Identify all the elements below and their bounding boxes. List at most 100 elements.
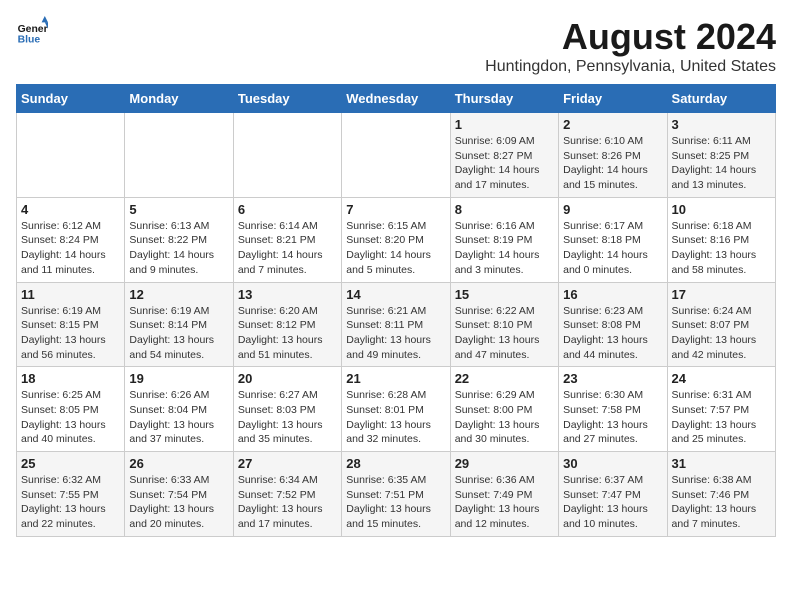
weekday-header-wednesday: Wednesday bbox=[342, 85, 450, 113]
svg-text:Blue: Blue bbox=[18, 34, 41, 45]
calendar-week-3: 18 Sunrise: 6:25 AM Sunset: 8:05 PM Dayli… bbox=[17, 367, 776, 452]
day-number: 5 bbox=[129, 202, 228, 217]
day-number: 26 bbox=[129, 456, 228, 471]
day-number: 8 bbox=[455, 202, 554, 217]
main-title: August 2024 bbox=[485, 16, 776, 58]
calendar-cell: 26Sunrise: 6:33 AM Sunset: 7:54 PM Dayli… bbox=[125, 452, 233, 537]
calendar-body: 1Sunrise: 6:09 AM Sunset: 8:27 PM Daylig… bbox=[17, 113, 776, 537]
day-number: 27 bbox=[238, 456, 337, 471]
calendar-cell: 11 Sunrise: 6:19 AM Sunset: 8:15 PM Dayli… bbox=[17, 282, 125, 367]
day-number: 25 bbox=[21, 456, 120, 471]
day-info: Sunrise: 6:19 AM Sunset: 8:15 PM Dayligh… bbox=[21, 304, 120, 363]
day-info: Sunrise: 6:36 AM Sunset: 7:49 PM Dayligh… bbox=[455, 473, 554, 532]
day-info: Sunrise: 6:16 AM Sunset: 8:19 PM Dayligh… bbox=[455, 219, 554, 278]
calendar-cell: 4Sunrise: 6:12 AM Sunset: 8:24 PM Daylig… bbox=[17, 197, 125, 282]
calendar-cell: 17 Sunrise: 6:24 AM Sunset: 8:07 PM Dayli… bbox=[667, 282, 775, 367]
day-info: Sunrise: 6:22 AM Sunset: 8:10 PM Dayligh… bbox=[455, 304, 554, 363]
day-info: Sunrise: 6:34 AM Sunset: 7:52 PM Dayligh… bbox=[238, 473, 337, 532]
day-number: 7 bbox=[346, 202, 445, 217]
day-info: Sunrise: 6:18 AM Sunset: 8:16 PM Dayligh… bbox=[672, 219, 771, 278]
day-info: Sunrise: 6:23 AM Sunset: 8:08 PM Dayligh… bbox=[563, 304, 662, 363]
day-info: Sunrise: 6:17 AM Sunset: 8:18 PM Dayligh… bbox=[563, 219, 662, 278]
day-number: 1 bbox=[455, 117, 554, 132]
day-number: 11 bbox=[21, 287, 120, 302]
day-number: 31 bbox=[672, 456, 771, 471]
calendar-cell: 14 Sunrise: 6:21 AM Sunset: 8:11 PM Dayli… bbox=[342, 282, 450, 367]
day-info: Sunrise: 6:26 AM Sunset: 8:04 PM Dayligh… bbox=[129, 388, 228, 447]
day-info: Sunrise: 6:10 AM Sunset: 8:26 PM Dayligh… bbox=[563, 134, 662, 193]
day-number: 15 bbox=[455, 287, 554, 302]
calendar-table: SundayMondayTuesdayWednesdayThursdayFrid… bbox=[16, 84, 776, 537]
calendar-cell: 1Sunrise: 6:09 AM Sunset: 8:27 PM Daylig… bbox=[450, 113, 558, 198]
day-info: Sunrise: 6:37 AM Sunset: 7:47 PM Dayligh… bbox=[563, 473, 662, 532]
calendar-cell: 7Sunrise: 6:15 AM Sunset: 8:20 PM Daylig… bbox=[342, 197, 450, 282]
calendar-week-4: 25 Sunrise: 6:32 AM Sunset: 7:55 PM Dayli… bbox=[17, 452, 776, 537]
logo-icon: General Blue bbox=[16, 16, 48, 48]
calendar-cell: 30 Sunrise: 6:37 AM Sunset: 7:47 PM Dayli… bbox=[559, 452, 667, 537]
calendar-cell: 21 Sunrise: 6:28 AM Sunset: 8:01 PM Dayli… bbox=[342, 367, 450, 452]
day-info: Sunrise: 6:38 AM Sunset: 7:46 PM Dayligh… bbox=[672, 473, 771, 532]
svg-text:General: General bbox=[18, 24, 48, 35]
calendar-cell: 2 Sunrise: 6:10 AM Sunset: 8:26 PM Daylig… bbox=[559, 113, 667, 198]
day-info: Sunrise: 6:25 AM Sunset: 8:05 PM Dayligh… bbox=[21, 388, 120, 447]
calendar-cell: 22Sunrise: 6:29 AM Sunset: 8:00 PM Dayli… bbox=[450, 367, 558, 452]
day-info: Sunrise: 6:27 AM Sunset: 8:03 PM Dayligh… bbox=[238, 388, 337, 447]
day-info: Sunrise: 6:35 AM Sunset: 7:51 PM Dayligh… bbox=[346, 473, 445, 532]
logo: General Blue bbox=[16, 16, 48, 48]
calendar-cell: 20 Sunrise: 6:27 AM Sunset: 8:03 PM Dayli… bbox=[233, 367, 341, 452]
weekday-header-sunday: Sunday bbox=[17, 85, 125, 113]
day-number: 21 bbox=[346, 371, 445, 386]
calendar-cell: 6 Sunrise: 6:14 AM Sunset: 8:21 PM Daylig… bbox=[233, 197, 341, 282]
day-number: 2 bbox=[563, 117, 662, 132]
calendar-cell: 10 Sunrise: 6:18 AM Sunset: 8:16 PM Dayli… bbox=[667, 197, 775, 282]
calendar-cell: 19Sunrise: 6:26 AM Sunset: 8:04 PM Dayli… bbox=[125, 367, 233, 452]
calendar-cell: 29 Sunrise: 6:36 AM Sunset: 7:49 PM Dayli… bbox=[450, 452, 558, 537]
calendar-header: SundayMondayTuesdayWednesdayThursdayFrid… bbox=[17, 85, 776, 113]
calendar-cell bbox=[17, 113, 125, 198]
calendar-cell: 12Sunrise: 6:19 AM Sunset: 8:14 PM Dayli… bbox=[125, 282, 233, 367]
day-info: Sunrise: 6:32 AM Sunset: 7:55 PM Dayligh… bbox=[21, 473, 120, 532]
calendar-cell bbox=[233, 113, 341, 198]
day-number: 4 bbox=[21, 202, 120, 217]
day-info: Sunrise: 6:31 AM Sunset: 7:57 PM Dayligh… bbox=[672, 388, 771, 447]
calendar-week-2: 11 Sunrise: 6:19 AM Sunset: 8:15 PM Dayli… bbox=[17, 282, 776, 367]
day-number: 16 bbox=[563, 287, 662, 302]
day-info: Sunrise: 6:29 AM Sunset: 8:00 PM Dayligh… bbox=[455, 388, 554, 447]
calendar-cell: 5 Sunrise: 6:13 AM Sunset: 8:22 PM Daylig… bbox=[125, 197, 233, 282]
day-number: 30 bbox=[563, 456, 662, 471]
day-info: Sunrise: 6:21 AM Sunset: 8:11 PM Dayligh… bbox=[346, 304, 445, 363]
day-number: 17 bbox=[672, 287, 771, 302]
day-info: Sunrise: 6:19 AM Sunset: 8:14 PM Dayligh… bbox=[129, 304, 228, 363]
day-info: Sunrise: 6:30 AM Sunset: 7:58 PM Dayligh… bbox=[563, 388, 662, 447]
weekday-header-thursday: Thursday bbox=[450, 85, 558, 113]
day-number: 14 bbox=[346, 287, 445, 302]
calendar-cell: 8 Sunrise: 6:16 AM Sunset: 8:19 PM Daylig… bbox=[450, 197, 558, 282]
day-number: 18 bbox=[21, 371, 120, 386]
day-info: Sunrise: 6:13 AM Sunset: 8:22 PM Dayligh… bbox=[129, 219, 228, 278]
weekday-header-row: SundayMondayTuesdayWednesdayThursdayFrid… bbox=[17, 85, 776, 113]
day-number: 13 bbox=[238, 287, 337, 302]
page-header: General Blue August 2024 Huntingdon, Pen… bbox=[16, 16, 776, 76]
calendar-cell: 18 Sunrise: 6:25 AM Sunset: 8:05 PM Dayli… bbox=[17, 367, 125, 452]
calendar-cell: 28 Sunrise: 6:35 AM Sunset: 7:51 PM Dayli… bbox=[342, 452, 450, 537]
day-number: 24 bbox=[672, 371, 771, 386]
day-info: Sunrise: 6:24 AM Sunset: 8:07 PM Dayligh… bbox=[672, 304, 771, 363]
calendar-cell bbox=[342, 113, 450, 198]
calendar-cell: 13Sunrise: 6:20 AM Sunset: 8:12 PM Dayli… bbox=[233, 282, 341, 367]
day-number: 6 bbox=[238, 202, 337, 217]
day-number: 29 bbox=[455, 456, 554, 471]
day-info: Sunrise: 6:14 AM Sunset: 8:21 PM Dayligh… bbox=[238, 219, 337, 278]
weekday-header-saturday: Saturday bbox=[667, 85, 775, 113]
day-number: 20 bbox=[238, 371, 337, 386]
calendar-week-0: 1Sunrise: 6:09 AM Sunset: 8:27 PM Daylig… bbox=[17, 113, 776, 198]
calendar-cell: 31 Sunrise: 6:38 AM Sunset: 7:46 PM Dayli… bbox=[667, 452, 775, 537]
day-info: Sunrise: 6:28 AM Sunset: 8:01 PM Dayligh… bbox=[346, 388, 445, 447]
day-number: 23 bbox=[563, 371, 662, 386]
day-number: 28 bbox=[346, 456, 445, 471]
day-info: Sunrise: 6:11 AM Sunset: 8:25 PM Dayligh… bbox=[672, 134, 771, 193]
calendar-cell: 25 Sunrise: 6:32 AM Sunset: 7:55 PM Dayli… bbox=[17, 452, 125, 537]
calendar-cell: 3Sunrise: 6:11 AM Sunset: 8:25 PM Daylig… bbox=[667, 113, 775, 198]
title-block: August 2024 Huntingdon, Pennsylvania, Un… bbox=[485, 16, 776, 76]
day-number: 10 bbox=[672, 202, 771, 217]
calendar-cell: 16 Sunrise: 6:23 AM Sunset: 8:08 PM Dayli… bbox=[559, 282, 667, 367]
